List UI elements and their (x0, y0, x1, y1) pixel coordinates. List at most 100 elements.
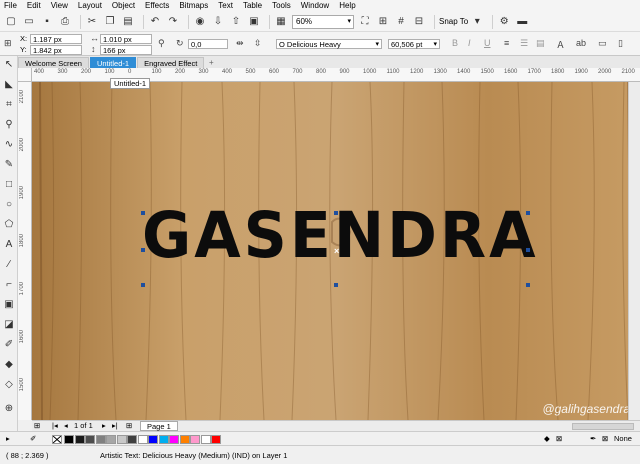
new-document-icon[interactable]: ▢ (4, 15, 18, 29)
font-size-select[interactable]: 60,506 pt ▾ (388, 39, 440, 49)
fullscreen-icon[interactable]: ⛶ (358, 15, 372, 29)
selection-handle-top-center[interactable] (334, 211, 338, 215)
color-swatch[interactable] (127, 435, 137, 444)
width-field[interactable]: 1.010 px (100, 34, 152, 44)
y-position-field[interactable]: 1.842 px (30, 45, 82, 55)
color-swatch[interactable] (95, 435, 106, 444)
paste-icon[interactable]: ▤ (121, 15, 135, 29)
launch-icon[interactable]: ▬ (515, 15, 529, 29)
connector-tool-icon[interactable]: ⌐ (2, 278, 16, 292)
menu-help[interactable]: Help (339, 0, 355, 12)
color-swatch[interactable] (200, 435, 211, 444)
mirror-horizontal-icon[interactable]: ⇹ (236, 38, 244, 49)
horizontal-text-icon[interactable]: ▭ (598, 38, 607, 49)
color-swatch[interactable] (158, 435, 169, 444)
tab-welcome-screen[interactable]: Welcome Screen (18, 57, 89, 68)
horizontal-scrollbar[interactable] (572, 423, 634, 430)
add-tool-icon[interactable]: ⊕ (2, 402, 16, 416)
text-properties-icon[interactable]: Ａ (556, 38, 565, 51)
previous-page-icon[interactable]: |◂ (52, 421, 58, 431)
color-swatch[interactable] (211, 435, 221, 444)
back-page-icon[interactable]: ◂ (64, 421, 68, 431)
color-swatch[interactable] (148, 435, 158, 444)
menu-file[interactable]: File (4, 0, 17, 12)
rectangle-tool-icon[interactable]: □ (2, 178, 16, 192)
drop-shadow-icon[interactable]: ▣ (2, 298, 16, 312)
page-tab-page-1[interactable]: Page 1 (140, 421, 178, 431)
selection-handle-bottom-right[interactable] (526, 283, 530, 287)
color-swatch[interactable] (179, 435, 190, 444)
height-field[interactable]: 166 px (100, 45, 152, 55)
menu-tools[interactable]: Tools (272, 0, 291, 12)
color-swatch[interactable] (85, 435, 95, 444)
menu-view[interactable]: View (51, 0, 68, 12)
selection-handle-bottom-center[interactable] (334, 283, 338, 287)
menu-table[interactable]: Table (243, 0, 262, 12)
options-icon[interactable]: ⚙ (497, 15, 511, 29)
snap-to-button[interactable]: Snap To (439, 17, 468, 26)
export-icon[interactable]: ⇧ (229, 15, 243, 29)
artistic-media-icon[interactable]: ✎ (2, 158, 16, 172)
underline-icon[interactable]: U (484, 38, 491, 48)
zoom-tool-icon[interactable]: ⚲ (2, 118, 16, 132)
menu-bitmaps[interactable]: Bitmaps (179, 0, 208, 12)
artistic-text-object[interactable]: GASENDRA (142, 205, 539, 268)
guidelines-icon[interactable]: ⊟ (412, 15, 426, 29)
tab-engraved-effect[interactable]: Engraved Effect (137, 57, 205, 68)
color-swatch[interactable] (64, 435, 74, 444)
transparency-tool-icon[interactable]: ◪ (2, 318, 16, 332)
app-launcher-icon[interactable]: ▦ (274, 15, 288, 29)
print-icon[interactable]: ⎙ (58, 15, 72, 29)
color-swatch[interactable] (137, 435, 148, 444)
add-tab-icon[interactable]: + (205, 57, 217, 68)
import-icon[interactable]: ⇩ (211, 15, 225, 29)
bullet-list-icon[interactable]: ☰ (520, 38, 528, 49)
menu-window[interactable]: Window (301, 0, 329, 12)
eyedropper-palette-icon[interactable]: ✐ (30, 434, 36, 444)
color-swatch[interactable] (116, 435, 127, 444)
parallel-dimension-icon[interactable]: ∕ (2, 258, 16, 272)
vertical-ruler[interactable]: 2100 2000 1900 1800 1700 1600 1500 (18, 82, 32, 420)
smart-fill-icon[interactable]: ◇ (2, 378, 16, 392)
rotation-field[interactable]: 0,0 (188, 39, 228, 49)
align-left-icon[interactable]: ≡ (504, 38, 509, 48)
cut-icon[interactable]: ✂ (85, 15, 99, 29)
selection-handle-top-left[interactable] (141, 211, 145, 215)
menu-text[interactable]: Text (218, 0, 233, 12)
selection-handle-middle-right[interactable] (526, 248, 530, 252)
font-list-select[interactable]: O Delicious Heavy ▾ (276, 39, 382, 49)
interactive-fill-icon[interactable]: ◆ (2, 358, 16, 372)
color-swatch[interactable] (190, 435, 200, 444)
no-color-swatch[interactable] (52, 435, 62, 444)
eyedropper-icon[interactable]: ✐ (2, 338, 16, 352)
menu-edit[interactable]: Edit (27, 0, 41, 12)
ellipse-tool-icon[interactable]: ○ (2, 198, 16, 212)
freehand-tool-icon[interactable]: ∿ (2, 138, 16, 152)
drop-cap-icon[interactable]: ▤ (536, 38, 545, 49)
color-swatch[interactable] (74, 435, 85, 444)
edit-text-icon[interactable]: ab (576, 38, 586, 48)
last-page-icon[interactable]: ▸| (112, 421, 118, 431)
rulers-icon[interactable]: ⊞ (376, 15, 390, 29)
redo-icon[interactable]: ↷ (166, 15, 180, 29)
grid-icon[interactable]: # (394, 15, 408, 29)
selection-handle-top-right[interactable] (526, 211, 530, 215)
pick-tool-icon[interactable]: ↖ (2, 58, 16, 72)
color-swatch[interactable] (106, 435, 116, 444)
vertical-scrollbar[interactable] (628, 82, 640, 420)
ruler-origin[interactable] (18, 68, 32, 82)
selection-handle-middle-left[interactable] (141, 248, 145, 252)
undo-icon[interactable]: ↶ (148, 15, 162, 29)
color-swatch[interactable] (169, 435, 179, 444)
vertical-text-icon[interactable]: ▯ (618, 38, 623, 49)
text-tool-icon[interactable]: A (2, 238, 16, 252)
shape-tool-icon[interactable]: ◣ (2, 78, 16, 92)
lock-ratio-icon[interactable]: ⚲ (158, 38, 165, 49)
x-position-field[interactable]: 1.187 px (30, 34, 82, 44)
menu-layout[interactable]: Layout (78, 0, 102, 12)
next-page-icon[interactable]: ▸ (102, 421, 106, 431)
open-folder-icon[interactable]: ▭ (22, 15, 36, 29)
first-page-icon[interactable]: ⊞ (34, 421, 40, 431)
menu-object[interactable]: Object (112, 0, 135, 12)
polygon-tool-icon[interactable]: ⬠ (2, 218, 16, 232)
